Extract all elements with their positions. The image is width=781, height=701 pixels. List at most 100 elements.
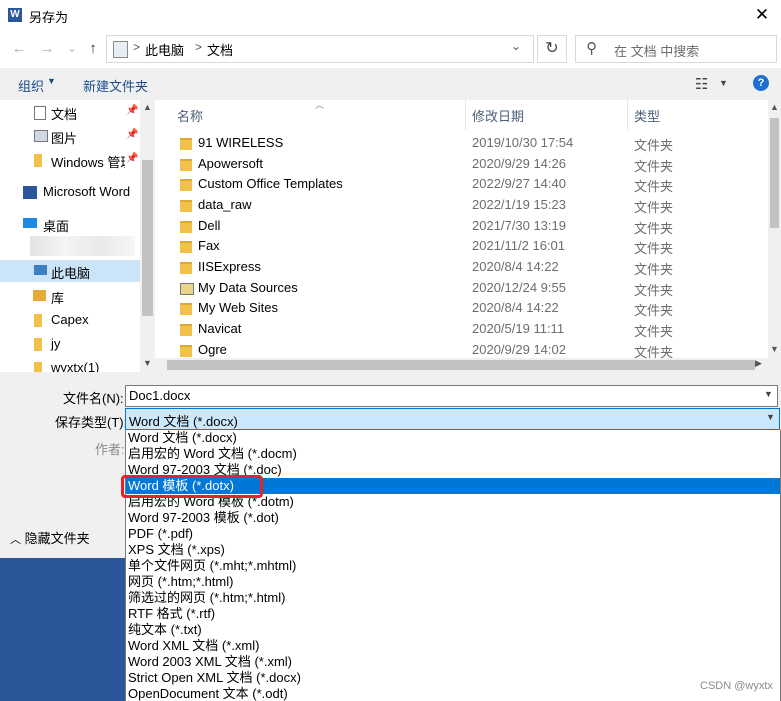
nav-item-jy[interactable]: jy	[0, 333, 140, 355]
back-button[interactable]: ←	[10, 40, 28, 58]
column-header-type[interactable]: 类型	[634, 106, 660, 125]
filetype-option[interactable]: 筛选过的网页 (*.htm;*.html)	[126, 590, 780, 606]
search-input[interactable]: ⚲ 在 文档 中搜索	[575, 35, 777, 63]
file-row[interactable]: Custom Office Templates 2022/9/27 14:40 …	[155, 174, 767, 195]
new-folder-button[interactable]: 新建文件夹	[83, 76, 148, 95]
chevron-down-icon[interactable]: ▼	[766, 412, 775, 422]
nav-item-this-pc[interactable]: 此电脑	[0, 260, 140, 282]
filetype-option[interactable]: 纯文本 (*.txt)	[126, 622, 780, 638]
file-row[interactable]: My Data Sources 2020/12/24 9:55 文件夹	[155, 278, 767, 299]
file-list-vertical-scrollbar[interactable]: ▲ ▼	[768, 100, 781, 358]
file-row[interactable]: Fax 2021/11/2 16:01 文件夹	[155, 236, 767, 257]
recent-locations-button[interactable]: ⌄	[63, 40, 81, 58]
nav-scroll-thumb[interactable]	[142, 160, 153, 316]
pin-icon: 📌	[126, 129, 139, 140]
folder-icon	[34, 362, 42, 372]
nav-item-label: Windows 管理	[51, 155, 125, 170]
file-row[interactable]: Apowersoft 2020/9/29 14:26 文件夹	[155, 154, 767, 175]
nav-item-wyxtx1[interactable]: wyxtx(1)	[0, 357, 140, 372]
filetype-option-label: 纯文本 (*.txt)	[128, 622, 202, 637]
document-icon	[34, 106, 46, 120]
filetype-option[interactable]: 启用宏的 Word 文档 (*.docm)	[126, 446, 780, 462]
scroll-up-icon[interactable]: ▲	[143, 102, 152, 112]
scroll-right-icon[interactable]: ▶	[755, 358, 762, 369]
file-date: 2020/8/4 14:22	[472, 300, 559, 315]
filetype-option[interactable]: RTF 格式 (*.rtf)	[126, 606, 780, 622]
address-dropdown-icon[interactable]: ⌄	[511, 39, 521, 53]
file-date: 2020/5/19 11:11	[472, 321, 565, 336]
column-divider[interactable]	[627, 100, 628, 130]
filetype-option[interactable]: 单个文件网页 (*.mht;*.mhtml)	[126, 558, 780, 574]
folder-icon	[34, 154, 42, 167]
nav-item-microsoft-word[interactable]: Microsoft Word	[0, 181, 140, 203]
chevron-down-icon[interactable]: ▼	[764, 389, 773, 399]
breadcrumb-this-pc[interactable]: 此电脑	[145, 40, 184, 59]
scroll-down-icon[interactable]: ▼	[770, 344, 779, 354]
filetype-option[interactable]: 网页 (*.htm;*.html)	[126, 574, 780, 590]
breadcrumb-separator[interactable]: >	[195, 40, 202, 54]
up-button[interactable]: ↑	[84, 40, 102, 58]
organize-button[interactable]: 组织	[18, 76, 44, 95]
nav-scrollbar[interactable]: ▲ ▼	[140, 100, 155, 372]
filetype-option[interactable]: Word 2003 XML 文档 (*.xml)	[126, 654, 780, 670]
filetype-select[interactable]: Word 文档 (*.docx) ▼	[125, 408, 780, 430]
file-type: 文件夹	[634, 159, 674, 174]
scroll-down-icon[interactable]: ▼	[143, 358, 152, 368]
filetype-option[interactable]: OpenDocument 文本 (*.odt)	[126, 686, 780, 701]
nav-item-label: 图片	[51, 131, 78, 146]
nav-item-pictures[interactable]: 图片 📌	[0, 125, 140, 147]
file-date: 2022/1/19 15:23	[472, 197, 566, 212]
hide-folders-button[interactable]: ︿ 隐藏文件夹	[10, 528, 90, 547]
file-type: 文件夹	[634, 303, 674, 318]
folder-icon	[180, 159, 192, 171]
close-button[interactable]: ✕	[748, 3, 776, 27]
file-name: Fax	[198, 238, 220, 253]
filetype-option-label: Word 文档 (*.docx)	[128, 430, 237, 445]
author-label: 作者:	[95, 442, 125, 457]
file-list-horizontal-scrollbar[interactable]: ▶	[155, 358, 781, 372]
chevron-down-icon[interactable]: ▼	[719, 78, 728, 88]
scroll-up-icon[interactable]: ▲	[770, 102, 779, 112]
filetype-option[interactable]: Strict Open XML 文档 (*.docx)	[126, 670, 780, 686]
file-row[interactable]: Navicat 2020/5/19 11:11 文件夹	[155, 319, 767, 340]
filetype-option[interactable]: Word 文档 (*.docx)	[126, 430, 780, 446]
picture-icon	[34, 130, 48, 142]
chevron-up-icon: ︿	[10, 534, 21, 546]
file-row[interactable]: data_raw 2022/1/19 15:23 文件夹	[155, 195, 767, 216]
column-header-date[interactable]: 修改日期	[472, 106, 524, 125]
chevron-down-icon[interactable]: ▼	[47, 76, 56, 86]
refresh-button[interactable]: ↻	[537, 35, 567, 63]
vertical-scroll-thumb[interactable]	[770, 118, 779, 228]
file-type: 文件夹	[634, 262, 674, 277]
nav-item-windows-manage[interactable]: Windows 管理 📌	[0, 149, 140, 171]
nav-item-label: wyxtx(1)	[51, 360, 100, 372]
file-name: data_raw	[198, 197, 252, 212]
nav-item-capex[interactable]: Capex	[0, 309, 140, 331]
column-header-name[interactable]: 名称	[177, 106, 203, 125]
breadcrumb-documents[interactable]: 文档	[207, 40, 233, 59]
file-row[interactable]: IISExpress 2020/8/4 14:22 文件夹	[155, 257, 767, 278]
nav-item-documents[interactable]: 文档 📌	[0, 101, 140, 123]
library-icon	[33, 290, 46, 301]
filetype-option[interactable]: XPS 文档 (*.xps)	[126, 542, 780, 558]
filetype-label: 保存类型(T):	[55, 415, 128, 430]
help-icon[interactable]: ?	[753, 75, 769, 91]
file-row[interactable]: Dell 2021/7/30 13:19 文件夹	[155, 216, 767, 237]
file-name: My Data Sources	[198, 280, 298, 295]
filename-input[interactable]: Doc1.docx ▼	[125, 385, 778, 407]
folder-icon	[180, 138, 192, 150]
nav-item-label: 文档	[51, 107, 78, 122]
file-row[interactable]: My Web Sites 2020/8/4 14:22 文件夹	[155, 298, 767, 319]
view-options-icon[interactable]: ☷	[695, 75, 708, 93]
file-row[interactable]: 91 WIRELESS 2019/10/30 17:54 文件夹	[155, 133, 767, 154]
filetype-option[interactable]: PDF (*.pdf)	[126, 526, 780, 542]
forward-button[interactable]: →	[38, 40, 56, 58]
filetype-option[interactable]: Word XML 文档 (*.xml)	[126, 638, 780, 654]
address-bar[interactable]: > 此电脑 > 文档 ⌄	[106, 35, 534, 63]
nav-item-libraries[interactable]: 库	[0, 285, 140, 307]
pin-icon: 📌	[126, 105, 139, 116]
column-divider[interactable]	[465, 100, 466, 130]
nav-item-desktop[interactable]: 桌面	[0, 213, 140, 235]
filetype-option[interactable]: Word 97-2003 模板 (*.dot)	[126, 510, 780, 526]
horizontal-scroll-thumb[interactable]	[167, 360, 755, 370]
